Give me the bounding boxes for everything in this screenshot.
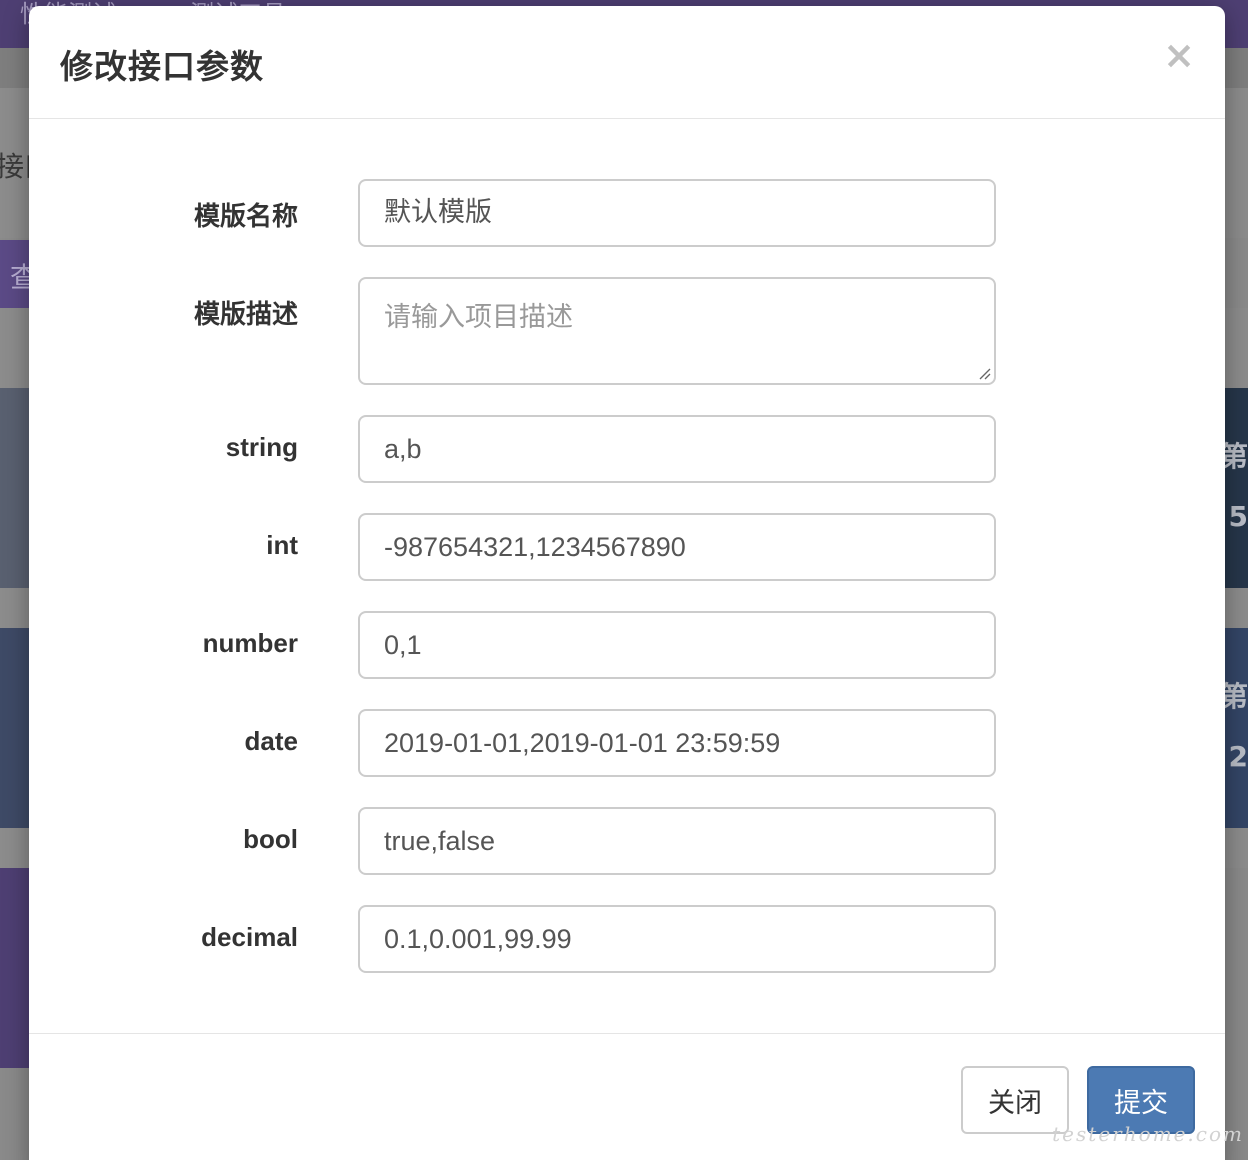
template-desc-textarea[interactable]: 请输入项目描述	[358, 277, 996, 385]
edit-params-modal: 修改接口参数 × 模版名称 默认模版 模版描述 请输入项目描述 string a…	[29, 6, 1225, 1160]
bool-label: bool	[243, 824, 298, 854]
number-label: number	[202, 628, 298, 658]
watermark: testerhome.com	[1052, 1122, 1244, 1146]
template-name-label: 模版名称	[193, 202, 298, 232]
decimal-label: decimal	[201, 922, 298, 952]
bool-input[interactable]: true,false	[358, 807, 996, 875]
resize-grip-icon[interactable]	[977, 366, 991, 380]
background-card-text: 5	[1228, 500, 1248, 533]
number-input[interactable]: 0,1	[358, 611, 996, 679]
string-input[interactable]: a,b	[358, 415, 996, 483]
background-card-text: 2	[1228, 740, 1248, 773]
modal-header: 修改接口参数 ×	[29, 6, 1225, 119]
date-label: date	[244, 726, 298, 756]
template-desc-placeholder: 请输入项目描述	[384, 302, 573, 333]
int-label: int	[266, 530, 298, 560]
decimal-input[interactable]: 0.1,0.001,99.99	[358, 905, 996, 973]
template-desc-label: 模版描述	[193, 300, 298, 330]
string-label: string	[225, 432, 298, 462]
close-icon[interactable]: ×	[1163, 36, 1195, 74]
template-name-input[interactable]: 默认模版	[358, 179, 996, 247]
modal-footer: 关闭 提交	[29, 1033, 1225, 1160]
modal-title: 修改接口参数	[60, 47, 264, 86]
date-input[interactable]: 2019-01-01,2019-01-01 23:59:59	[358, 709, 996, 777]
int-input[interactable]: -987654321,1234567890	[358, 513, 996, 581]
